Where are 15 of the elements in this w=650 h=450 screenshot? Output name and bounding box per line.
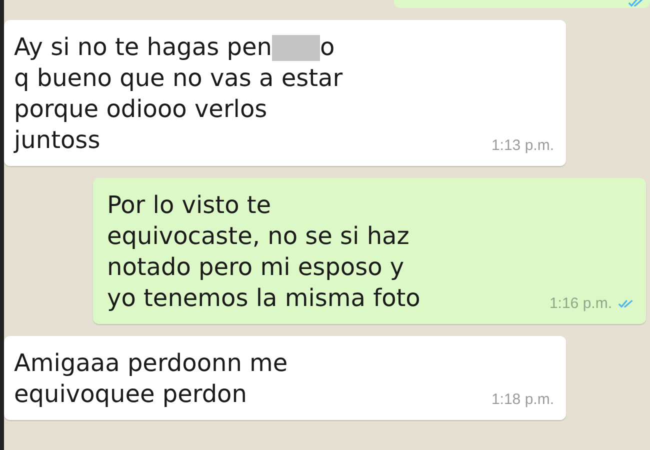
message-time: 1:18 p.m.: [491, 391, 554, 408]
message-text: Ay si no te hagas pen: [14, 32, 272, 63]
message-text: porque odiooo verlos: [14, 94, 268, 125]
message-text: o: [320, 32, 335, 63]
message-text: Por lo visto te: [107, 190, 272, 221]
message-text: yo tenemos la misma foto: [107, 283, 420, 314]
message-text: equivoquee perdon: [14, 379, 247, 410]
message-time: 1:16 p.m.: [549, 295, 612, 312]
message-time: 1:13 p.m.: [491, 137, 554, 154]
message-text: juntoss: [14, 125, 100, 156]
message-text: q bueno que no vas a estar: [14, 63, 343, 94]
blurred-patch: [272, 34, 320, 60]
message-text: notado pero mi esposo y: [107, 252, 404, 283]
message-text: equivocaste, no se si haz: [107, 221, 410, 252]
message-text: Amigaaa perdoonn me: [14, 348, 288, 379]
